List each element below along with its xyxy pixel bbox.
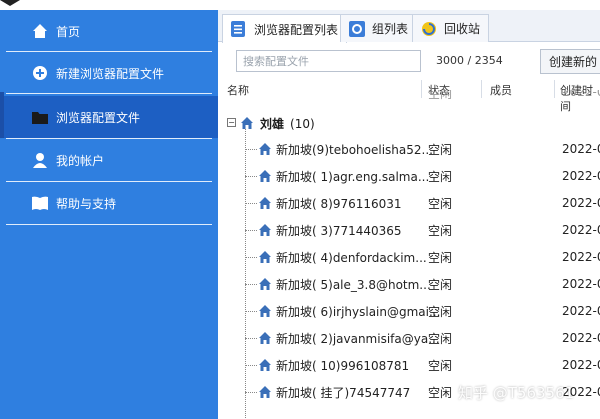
house-icon xyxy=(259,305,271,317)
sidebar-item-label: 新建浏览器配置文件 xyxy=(56,66,165,81)
table-row[interactable]: 新加坡( 5)ale_3.8@hotm...空闲 2022-02 xyxy=(218,273,600,295)
row-name: 新加坡( 5)ale_3.8@hotm... xyxy=(276,277,431,292)
table-row[interactable]: 新加坡(9)tebohoelisha52...空闲 2022-02 xyxy=(218,138,600,160)
row-status: 空闲 xyxy=(428,250,453,265)
row-status: 空闲 xyxy=(428,223,453,238)
group-icon xyxy=(349,20,365,37)
sidebar-item-label: 首页 xyxy=(56,24,81,39)
row-name: 新加坡( 1)agr.eng.salma... xyxy=(276,169,430,184)
watermark: 知乎 @T563561 xyxy=(458,384,575,402)
row-created: 2022-0 xyxy=(562,90,600,99)
house-icon xyxy=(259,197,271,209)
table-row[interactable]: 新加坡( 10)996108781 空闲 2022-02 xyxy=(218,354,600,376)
user-icon xyxy=(32,152,48,168)
row-created: 2022-02 xyxy=(562,250,600,264)
row-status: 空闲 xyxy=(428,277,453,292)
tab-label: 浏览器配置列表 xyxy=(254,22,339,37)
row-created: 2022-02 xyxy=(562,277,600,291)
row-name: 新加坡( 2)javanmisifa@ya... xyxy=(276,331,440,346)
group-name-text: 刘雄 xyxy=(260,116,285,131)
table-row[interactable]: 新加坡( 3)771440365 空闲 2022-02 xyxy=(218,219,600,241)
tab-label: 组列表 xyxy=(372,22,409,36)
row-created: 2022-02 xyxy=(562,142,600,156)
group-row[interactable]: − 刘雄 (10) xyxy=(218,112,600,134)
profile-count: 3000 / 2354 xyxy=(436,54,503,67)
tab-label: 回收站 xyxy=(444,22,481,36)
house-icon xyxy=(259,359,271,371)
main-panel: 浏览器配置列表 组列表 回收站 3000 / 2354 创建新的 名称 状态 成… xyxy=(218,0,600,419)
sidebar-item-new-profile[interactable]: 新建浏览器配置文件 xyxy=(0,53,218,93)
list-icon xyxy=(231,21,247,37)
row-status: 空闲 xyxy=(428,169,453,184)
house-icon xyxy=(259,332,271,344)
sidebar-item-account[interactable]: 我的帐户 xyxy=(0,140,218,180)
divider xyxy=(6,93,212,94)
row-status: 空闲 xyxy=(428,142,453,157)
row-status: 空闲 xyxy=(428,331,453,346)
table-row[interactable]: 新加坡( 1)agr.eng.salma...空闲 2022-02 xyxy=(218,165,600,187)
row-created: 2022-02 xyxy=(562,169,600,183)
row-created: 2022-02 xyxy=(562,304,600,318)
row-status: 空闲 xyxy=(428,304,453,319)
group-count: (10) xyxy=(290,116,315,131)
toolbar: 3000 / 2354 创建新的 xyxy=(218,42,600,80)
profile-tree: 空闲 2022-0 − 刘雄 (10) 新加坡(9)tebohoelisha52.… xyxy=(218,88,600,419)
create-button[interactable]: 创建新的 xyxy=(540,49,600,74)
sidebar-item-label: 我的帐户 xyxy=(56,153,105,168)
table-row[interactable]: 新加坡( 6)irjhyslain@gmai...空闲 2022-02 xyxy=(218,300,600,322)
divider xyxy=(6,181,212,182)
row-created: 2022-02 xyxy=(562,331,600,345)
plus-circle-icon xyxy=(32,65,48,81)
row-name: 新加坡( 3)771440365 xyxy=(276,223,402,238)
divider xyxy=(6,224,212,225)
row-name: 新加坡( 10)996108781 xyxy=(276,358,410,373)
row-name: 新加坡( 6)irjhyslain@gmai... xyxy=(276,304,441,319)
house-icon xyxy=(259,170,271,182)
row-name: 新加坡( 挂了)74547747 xyxy=(276,385,411,400)
sidebar-item-label: 帮助与支持 xyxy=(56,196,117,211)
sidebar: 首页 新建浏览器配置文件 浏览器配置文件 我的帐户 帮助与支持 xyxy=(0,0,218,419)
home-icon xyxy=(32,23,48,39)
row-name: 新加坡( 4)denfordackim... xyxy=(276,250,427,265)
table-row[interactable]: 空闲 2022-0 xyxy=(218,90,600,102)
tab-bar: 浏览器配置列表 组列表 回收站 xyxy=(218,10,600,43)
book-icon xyxy=(32,195,48,211)
row-created: 2022-02 xyxy=(562,358,600,372)
row-created: 2022-02 xyxy=(562,223,600,237)
active-indicator xyxy=(0,92,4,138)
collapse-toggle[interactable]: − xyxy=(227,118,236,127)
row-status: 空闲 xyxy=(428,90,453,101)
row-name: 新加坡(9)tebohoelisha52... xyxy=(276,142,433,157)
search-input[interactable] xyxy=(236,50,421,72)
sidebar-item-profiles[interactable]: 浏览器配置文件 xyxy=(0,96,218,138)
house-icon xyxy=(241,117,253,129)
house-icon xyxy=(259,143,271,155)
row-status: 空闲 xyxy=(428,358,453,373)
sidebar-item-label: 浏览器配置文件 xyxy=(56,110,141,125)
row-name: 新加坡( 8)976116031 xyxy=(276,196,402,211)
row-status: 空闲 xyxy=(428,385,453,400)
table-row[interactable]: 新加坡( 2)javanmisifa@ya...空闲 2022-02 xyxy=(218,327,600,349)
house-icon xyxy=(259,251,271,263)
divider xyxy=(6,51,212,52)
table-row[interactable]: 新加坡( 8)976116031 空闲 2022-02 xyxy=(218,192,600,214)
house-icon xyxy=(259,278,271,290)
sidebar-item-home[interactable]: 首页 xyxy=(0,11,218,51)
group-name: 刘雄 (10) xyxy=(260,115,315,132)
divider xyxy=(6,138,212,139)
table-row[interactable]: 新加坡( 4)denfordackim...空闲 2022-02 xyxy=(218,246,600,268)
tab-recycle-bin[interactable]: 回收站 xyxy=(412,14,490,42)
sidebar-topbar xyxy=(0,0,218,10)
tab-group-list[interactable]: 组列表 xyxy=(340,14,418,42)
folder-icon xyxy=(32,109,48,125)
sidebar-item-help[interactable]: 帮助与支持 xyxy=(0,183,218,223)
house-icon xyxy=(259,224,271,236)
recycle-icon xyxy=(421,21,437,37)
row-status: 空闲 xyxy=(428,196,453,211)
house-icon xyxy=(259,386,271,398)
logo-icon xyxy=(0,0,20,6)
row-created: 2022-02 xyxy=(562,196,600,210)
tab-profile-list[interactable]: 浏览器配置列表 xyxy=(222,14,348,43)
